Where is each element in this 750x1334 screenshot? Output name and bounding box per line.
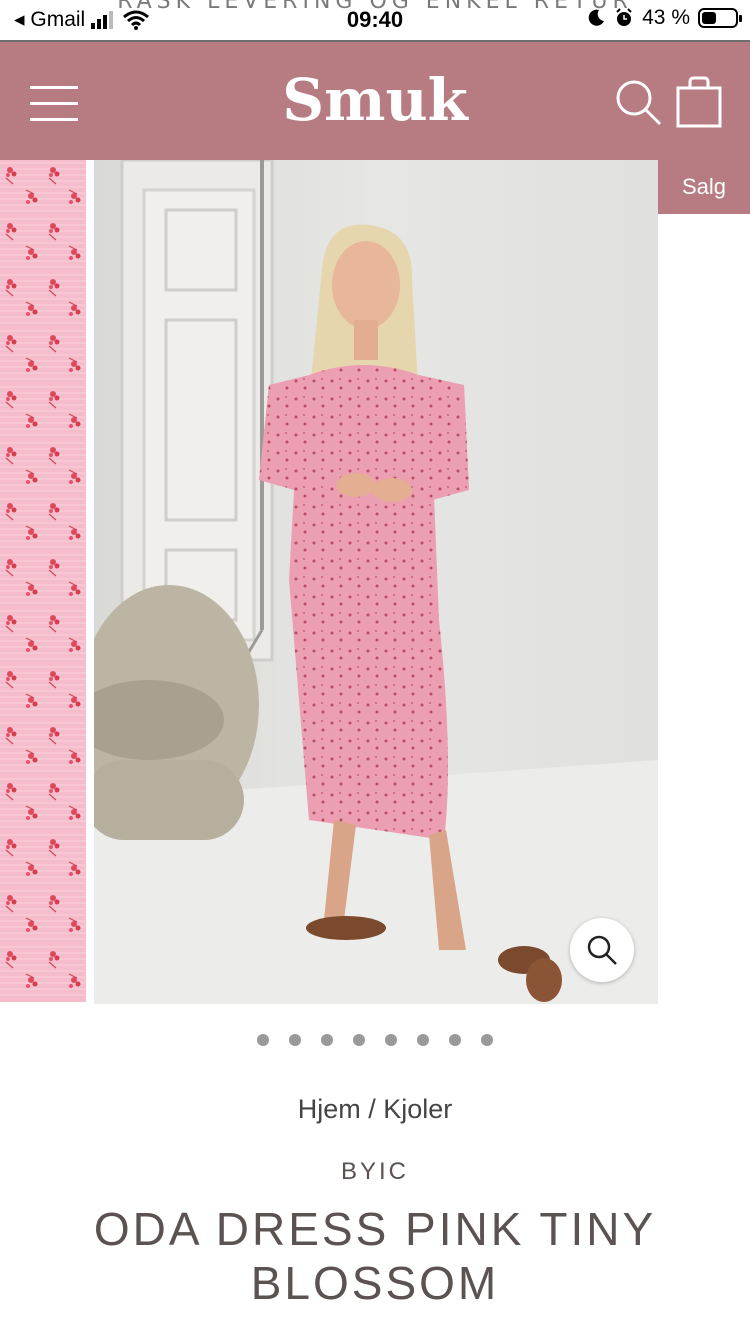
breadcrumb-home[interactable]: Hjem: [298, 1094, 361, 1124]
sale-badge: Salg: [658, 160, 750, 214]
gallery-dot[interactable]: [481, 1034, 493, 1046]
breadcrumb-separator: /: [368, 1094, 384, 1124]
shopping-bag-icon[interactable]: [676, 76, 722, 128]
floral-pattern: [0, 160, 86, 1002]
product-title: ODA DRESS PINK TINY BLOSSOM: [93, 1203, 657, 1309]
breadcrumb-category[interactable]: Kjoler: [383, 1094, 452, 1124]
gallery-dot[interactable]: [289, 1034, 301, 1046]
zoom-button[interactable]: [570, 918, 634, 982]
status-bar: RASK LEVERING OG ENKEL RETUR ◂ Gmail 09:…: [0, 0, 750, 42]
battery-fill: [702, 12, 716, 24]
gallery-pagination: [0, 1034, 750, 1046]
breadcrumb: Hjem / Kjoler: [0, 1094, 750, 1125]
gallery-dot[interactable]: [449, 1034, 461, 1046]
gallery-dot[interactable]: [353, 1034, 365, 1046]
model-photo: [94, 160, 658, 1004]
battery-percent: 43 %: [642, 6, 690, 29]
gallery-dot[interactable]: [385, 1034, 397, 1046]
fabric-detail-image[interactable]: [0, 160, 86, 1002]
moon-icon: [588, 9, 605, 26]
gallery-dot[interactable]: [417, 1034, 429, 1046]
gallery-dot[interactable]: [257, 1034, 269, 1046]
alarm-icon: [616, 8, 632, 26]
zoom-icon: [587, 935, 617, 965]
gallery-dot[interactable]: [321, 1034, 333, 1046]
product-vendor[interactable]: BYIC: [0, 1158, 750, 1186]
site-header: Smuk: [0, 42, 750, 160]
battery-icon: [698, 8, 742, 28]
product-gallery: [0, 160, 750, 1004]
status-right: 43 %: [586, 6, 742, 30]
product-main-image[interactable]: [94, 160, 658, 1004]
search-icon[interactable]: [614, 78, 662, 128]
